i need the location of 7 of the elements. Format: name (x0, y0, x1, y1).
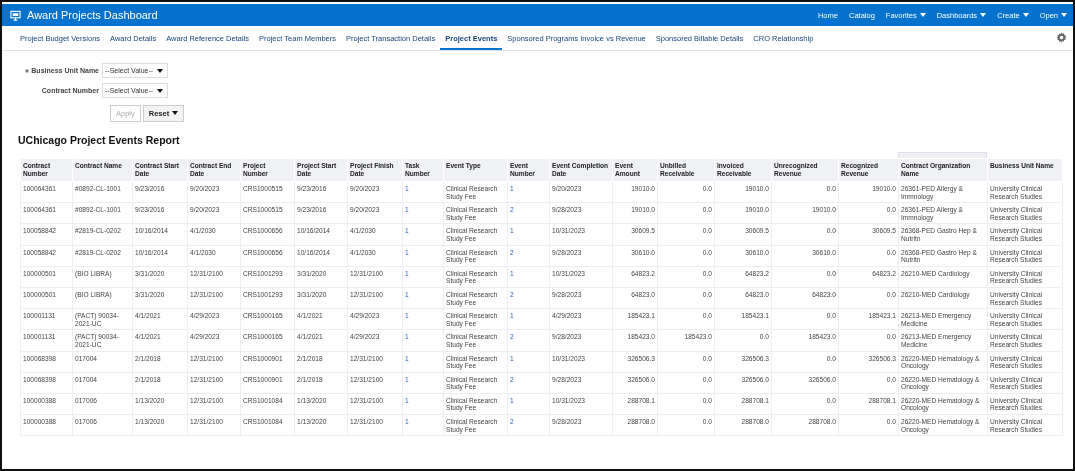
report-title: UChicago Project Events Report (18, 134, 181, 146)
monitor-icon (10, 9, 21, 21)
caret-icon (157, 68, 163, 73)
caret-icon (157, 88, 163, 93)
app-title: Award Projects Dashboard (27, 9, 158, 21)
settings-icon[interactable] (1056, 32, 1067, 43)
column-handle[interactable] (898, 152, 987, 158)
